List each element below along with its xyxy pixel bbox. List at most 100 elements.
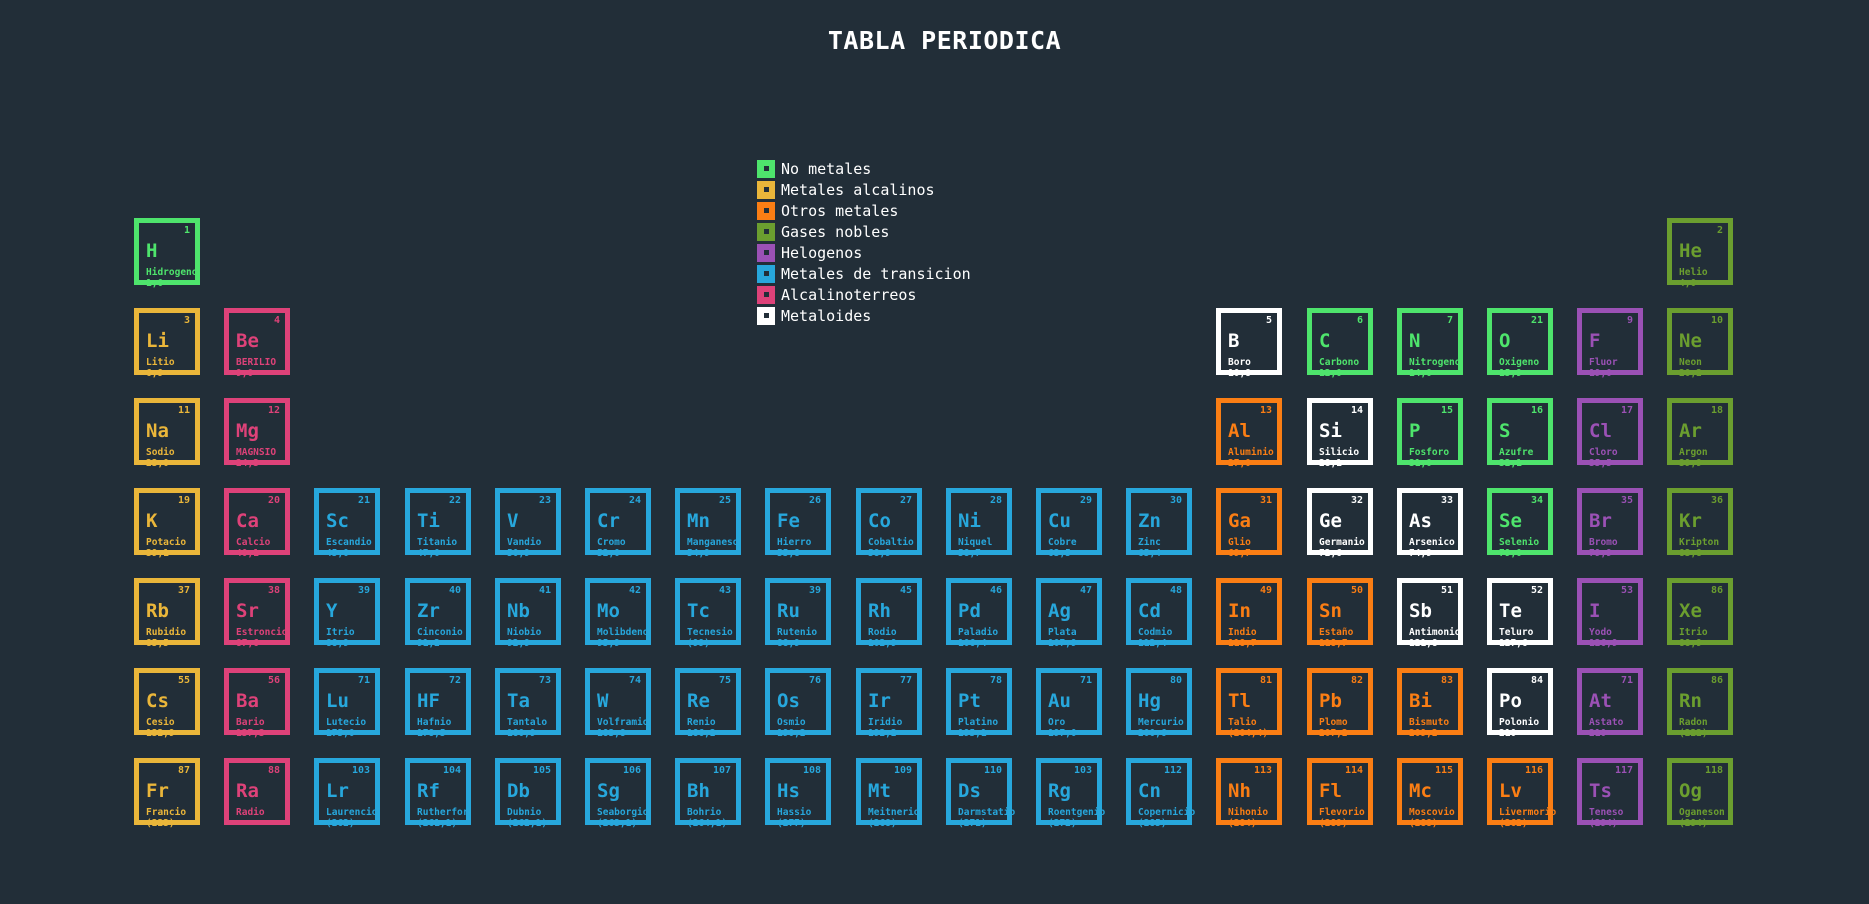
element-cell-fe[interactable]: 26 Fe Hierro 55,8	[765, 488, 831, 558]
element-cell-v[interactable]: 23 V Vandio 50,9	[495, 488, 561, 558]
element-cell-ga[interactable]: 31 Ga Glio 69,7	[1216, 488, 1282, 558]
element-cell-he[interactable]: 2 He Helio 4,0	[1667, 218, 1733, 288]
element-cell-na[interactable]: 11 Na Sodio 23,0	[134, 398, 200, 468]
element-name: Teneso	[1589, 807, 1624, 818]
element-cell-ts[interactable]: 117 Ts Teneso (294)	[1577, 758, 1643, 828]
element-cell-db[interactable]: 105 Db Dubnio (262,1)	[495, 758, 561, 828]
element-cell-sn[interactable]: 50 Sn Estaño 118,7	[1307, 578, 1373, 648]
element-cell-cr[interactable]: 24 Cr Cromo 52,0	[585, 488, 651, 558]
element-cell-po[interactable]: 84 Po Polonio 210	[1487, 668, 1553, 738]
element-cell-ra[interactable]: 88 Ra Radio	[224, 758, 290, 825]
element-cell-rn[interactable]: 86 Rn Radon (222)	[1667, 668, 1733, 738]
element-cell-bi[interactable]: 83 Bi Bismuto 209,2	[1397, 668, 1463, 738]
element-cell-cn[interactable]: 112 Cn Copernicio (285)	[1126, 758, 1195, 828]
element-cell-hs[interactable]: 108 Hs Hassio (277)	[765, 758, 831, 828]
element-cell-mc[interactable]: 115 Mc Moscovio (288)	[1397, 758, 1463, 828]
element-mass: 192,2	[868, 728, 897, 739]
element-cell-ag[interactable]: 47 Ag Plata 107,9	[1036, 578, 1102, 648]
element-cell-og[interactable]: 118 Og Oganeson (294)	[1667, 758, 1733, 828]
element-cell-br[interactable]: 35 Br Bromo 79,9	[1577, 488, 1643, 558]
element-cell-p[interactable]: 15 P Fosforo 31,0	[1397, 398, 1463, 468]
element-cell-tl[interactable]: 81 Tl Talio (204,4)	[1216, 668, 1282, 738]
element-cell-c[interactable]: 6 C Carbono 12,0	[1307, 308, 1373, 378]
element-cell-rh[interactable]: 45 Rh Rodio 102,9	[856, 578, 922, 648]
element-cell-in[interactable]: 49 In Indio 118,7	[1216, 578, 1282, 648]
element-cell-k[interactable]: 19 K Potacio 39,1	[134, 488, 200, 558]
element-cell-pd[interactable]: 46 Pd Paladio 106,4	[946, 578, 1012, 648]
element-cell-rf[interactable]: 104 Rf Rutherfor (261,1)	[405, 758, 471, 828]
element-cell-s[interactable]: 16 S Azufre 32,1	[1487, 398, 1553, 468]
element-mass: 85,5	[146, 638, 169, 649]
element-number: 88	[267, 765, 280, 776]
element-cell-xe[interactable]: 86 Xe Itrio 88,9	[1667, 578, 1733, 648]
element-cell-lu[interactable]: 71 Lu Lutecio 175,0	[314, 668, 380, 738]
element-cell-w[interactable]: 74 W Volframio 183,8	[585, 668, 651, 738]
element-cell-mn[interactable]: 25 Mn Manganeso 54,9	[675, 488, 741, 558]
element-cell-se[interactable]: 34 Se Selenio 79,0	[1487, 488, 1553, 558]
element-cell-nh[interactable]: 113 Nh Nihonio (284)	[1216, 758, 1282, 828]
element-cell-pb[interactable]: 82 Pb Plomo 207,2	[1307, 668, 1373, 738]
element-cell-mg[interactable]: 12 Mg MAGNSIO 24,3	[224, 398, 290, 468]
element-cell-rb[interactable]: 37 Rb Rubidio 85,5	[134, 578, 200, 648]
element-cell-fl[interactable]: 114 Fl Flevorio (289)	[1307, 758, 1373, 828]
element-cell-cu[interactable]: 29 Cu Cobre 63,5	[1036, 488, 1102, 558]
element-cell-li[interactable]: 3 Li Litio 6,9	[134, 308, 200, 378]
element-cell-at[interactable]: 71 At Astato 210	[1577, 668, 1643, 738]
element-cell-tc[interactable]: 43 Tc Tecnesio (99)	[675, 578, 741, 648]
element-cell-au[interactable]: 71 Au Oro 197,0	[1036, 668, 1102, 738]
element-cell-cd[interactable]: 48 Cd Codmio 112,4	[1126, 578, 1192, 648]
element-cell-sc[interactable]: 21 Sc Escandio 45,0	[314, 488, 380, 558]
element-cell-mo[interactable]: 42 Mo Molibdeno 95,9	[585, 578, 651, 648]
element-cell-cl[interactable]: 17 Cl Cloro 35,5	[1577, 398, 1643, 468]
element-cell-bh[interactable]: 107 Bh Bohrio (264,1)	[675, 758, 741, 828]
element-cell-re[interactable]: 75 Re Renio 186,2	[675, 668, 741, 738]
element-cell-te[interactable]: 52 Te Teluro 127,6	[1487, 578, 1553, 648]
element-cell-os[interactable]: 76 Os Osmio 190,2	[765, 668, 831, 738]
element-mass: (262)	[326, 818, 355, 829]
element-number: 106	[622, 765, 641, 776]
element-cell-ge[interactable]: 32 Ge Germanio 72,6	[1307, 488, 1373, 558]
element-cell-ir[interactable]: 77 Ir Iridio 192,2	[856, 668, 922, 738]
element-cell-n[interactable]: 7 N Nitrogeno 14,0	[1397, 308, 1463, 378]
element-cell-ba[interactable]: 56 Ba Bario 137,3	[224, 668, 290, 738]
element-cell-hg[interactable]: 80 Hg Mercurio 200,6	[1126, 668, 1192, 738]
element-cell-ru[interactable]: 39 Ru Rutenio 88,9	[765, 578, 831, 648]
element-cell-ca[interactable]: 20 Ca Calcio 40,1	[224, 488, 290, 558]
element-cell-ti[interactable]: 22 Ti Titanio 47,0	[405, 488, 471, 558]
element-cell-sb[interactable]: 51 Sb Antimonio 121,8	[1397, 578, 1463, 648]
element-cell-ne[interactable]: 10 Ne Neon 20,2	[1667, 308, 1733, 378]
element-cell-mt[interactable]: 109 Mt Meitnerio (268)	[856, 758, 922, 828]
element-cell-lr[interactable]: 103 Lr Laurencio (262)	[314, 758, 380, 828]
element-cell-hf[interactable]: 72 HF Hafnio 178,5	[405, 668, 471, 738]
element-cell-h[interactable]: 1 H Hidrogeno 1,0	[134, 218, 200, 288]
element-cell-sg[interactable]: 106 Sg Seaborgio (263,1)	[585, 758, 651, 828]
element-cell-kr[interactable]: 36 Kr Kripton 83,8	[1667, 488, 1733, 558]
element-cell-lv[interactable]: 116 Lv Livermorio (262)	[1487, 758, 1556, 828]
element-number: 110	[983, 765, 1002, 776]
element-cell-si[interactable]: 14 Si Silicio 28,1	[1307, 398, 1373, 468]
element-cell-rg[interactable]: 103 Rg Roentgenio (272)	[1036, 758, 1105, 828]
element-cell-pt[interactable]: 78 Pt Platino 195,1	[946, 668, 1012, 738]
element-cell-as[interactable]: 33 As Arsenico 74,9	[1397, 488, 1463, 558]
element-cell-cs[interactable]: 55 Cs Cesio 132,9	[134, 668, 200, 738]
element-mass: 55,8	[777, 548, 800, 559]
element-cell-f[interactable]: 9 F Fluor 19,0	[1577, 308, 1643, 378]
element-cell-i[interactable]: 53 I Yodo 126,9	[1577, 578, 1643, 648]
element-cell-sr[interactable]: 38 Sr Estroncio 87,6	[224, 578, 290, 648]
element-cell-zr[interactable]: 40 Zr Cinconio 91,2	[405, 578, 471, 648]
element-cell-fr[interactable]: 87 Fr Francio (223)	[134, 758, 200, 828]
element-cell-al[interactable]: 13 Al Aluminio 27,0	[1216, 398, 1282, 468]
element-cell-ta[interactable]: 73 Ta Tantalo 180,9	[495, 668, 561, 738]
element-cell-nb[interactable]: 41 Nb Niobio 92,9	[495, 578, 561, 648]
element-cell-co[interactable]: 27 Co Cobaltio 58,9	[856, 488, 922, 558]
element-cell-zn[interactable]: 30 Zn Zinc 65,4	[1126, 488, 1192, 558]
element-cell-ar[interactable]: 18 Ar Argon 39,9	[1667, 398, 1733, 468]
element-cell-b[interactable]: 5 B Boro 10,8	[1216, 308, 1282, 378]
element-cell-o[interactable]: 21 O Oxigeno 15,9	[1487, 308, 1553, 378]
element-cell-be[interactable]: 4 Be BERILIO 9,0	[224, 308, 290, 378]
element-cell-ds[interactable]: 110 Ds Darmstatio (271)	[946, 758, 1015, 828]
element-cell-ni[interactable]: 28 Ni Niquel 58,7	[946, 488, 1012, 558]
element-mass: 39,1	[146, 548, 169, 559]
element-number: 51	[1440, 585, 1453, 596]
element-cell-y[interactable]: 39 Y Itrio 88,9	[314, 578, 380, 648]
